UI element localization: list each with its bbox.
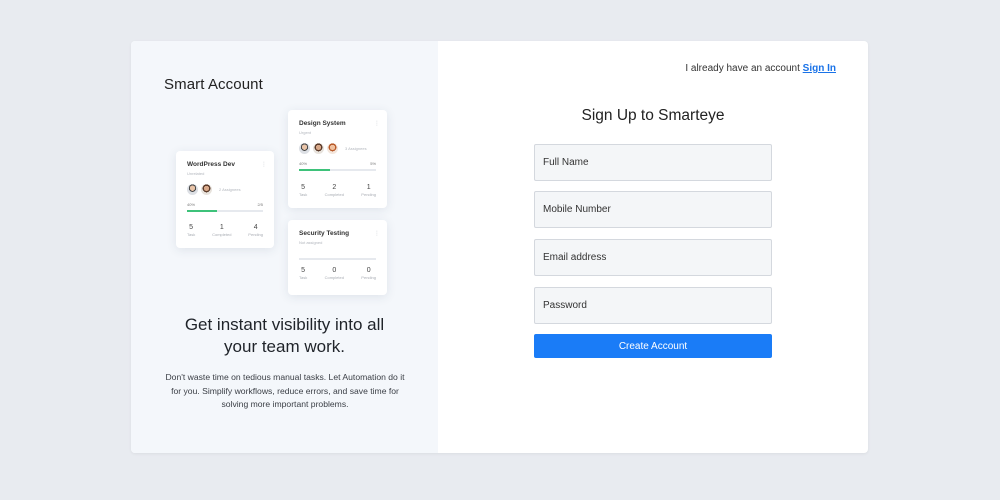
assignee-avatars: 3 Assignees (299, 143, 367, 154)
signin-prompt: I already have an account Sign In (685, 63, 836, 74)
create-account-button[interactable]: Create Account (534, 334, 772, 358)
stat-task: 5 Task (299, 184, 307, 197)
stat-number: 2 (332, 184, 337, 191)
stat-label: Task (299, 275, 308, 280)
project-card-title: WordPress Dev (187, 161, 235, 168)
stat-label: Completed (324, 275, 344, 280)
avatar (313, 143, 324, 154)
stat-pending: 0 Pending (361, 267, 376, 280)
project-card-title: Security Testing (299, 230, 350, 237)
avatar (299, 143, 310, 154)
password-field[interactable] (534, 287, 772, 324)
email-field[interactable] (534, 239, 772, 276)
stat-label: Task (187, 232, 196, 237)
avatar (201, 184, 212, 195)
assignee-count: 3 Assignees (345, 146, 367, 151)
stat-completed: 2 Completed (325, 184, 344, 197)
full-name-field[interactable] (534, 144, 772, 181)
more-options-icon: ⋮ (374, 121, 380, 127)
stat-number: 5 (189, 224, 194, 231)
signup-card: Smart Account WordPress Dev Unrelated ⋮ … (131, 41, 868, 453)
project-progress: 40% 2/5 (187, 202, 263, 212)
signin-link[interactable]: Sign In (803, 63, 836, 74)
progress-percent: 40% (299, 161, 308, 166)
stat-number: 5 (301, 184, 306, 191)
stat-number: 5 (301, 267, 306, 274)
progress-ratio: 5% (370, 161, 376, 166)
stat-completed: 0 Completed (325, 267, 344, 280)
project-card-subtitle: Not assigned (299, 240, 323, 245)
project-stats: 5 Task 0 Completed 0 Pending (299, 267, 376, 280)
stat-completed: 1 Completed (212, 224, 231, 237)
progress-track (187, 210, 263, 212)
project-stats: 5 Task 2 Completed 1 Pending (299, 184, 376, 197)
promo-headline: Get instant visibility into all your tea… (184, 315, 385, 356)
stat-label: Pending (361, 192, 376, 197)
assignee-count: 2 Assignees (219, 187, 241, 192)
stat-number: 1 (366, 184, 371, 191)
signup-form-panel: I already have an account Sign In Sign U… (438, 41, 868, 453)
project-card-subtitle: Urgent (299, 130, 312, 135)
stat-label: Completed (324, 192, 344, 197)
project-card-security-testing: Security Testing Not assigned ⋮ 5 Task 0C… (288, 220, 387, 295)
project-card-subtitle: Unrelated (187, 171, 205, 176)
stat-label: Pending (248, 232, 263, 237)
more-options-icon: ⋮ (374, 231, 380, 237)
stat-number: 0 (332, 267, 337, 274)
stat-label: Completed (212, 232, 232, 237)
stat-pending: 1 Pending (361, 184, 376, 197)
stat-task: 5 Task (299, 267, 307, 280)
stat-number: 0 (366, 267, 371, 274)
progress-percent: 40% (187, 202, 196, 207)
project-card-title: Design System (299, 120, 346, 127)
assignee-avatars: 2 Assignees (187, 184, 241, 195)
avatar (187, 184, 198, 195)
stat-label: Task (299, 192, 308, 197)
avatar (327, 143, 338, 154)
more-options-icon: ⋮ (261, 162, 267, 168)
stat-number: 1 (219, 224, 224, 231)
stat-number: 4 (253, 224, 258, 231)
stat-pending: 4 Pending (248, 224, 263, 237)
signin-prompt-text: I already have an account (685, 63, 800, 74)
project-card-wordpress: WordPress Dev Unrelated ⋮ 2 Assignees 40… (176, 151, 274, 248)
progress-fill (187, 210, 218, 212)
stat-label: Pending (361, 275, 376, 280)
promo-panel: Smart Account WordPress Dev Unrelated ⋮ … (131, 41, 438, 453)
mobile-number-field[interactable] (534, 191, 772, 228)
project-progress: 40% 5% (299, 161, 376, 171)
progress-ratio: 2/5 (257, 202, 263, 207)
stat-task: 5 Task (187, 224, 195, 237)
progress-fill (299, 169, 330, 171)
form-title: Sign Up to Smarteye (581, 107, 725, 124)
project-progress (299, 250, 376, 260)
project-card-design-system: Design System Urgent ⋮ 3 Assignees 40% 5… (288, 110, 387, 208)
promo-description: Don't waste time on tedious manual tasks… (165, 372, 405, 409)
progress-track (299, 169, 376, 171)
brand-title: Smart Account (164, 76, 263, 93)
project-stats: 5 Task 1 Completed 4 Pending (187, 224, 263, 237)
progress-track (299, 258, 376, 260)
